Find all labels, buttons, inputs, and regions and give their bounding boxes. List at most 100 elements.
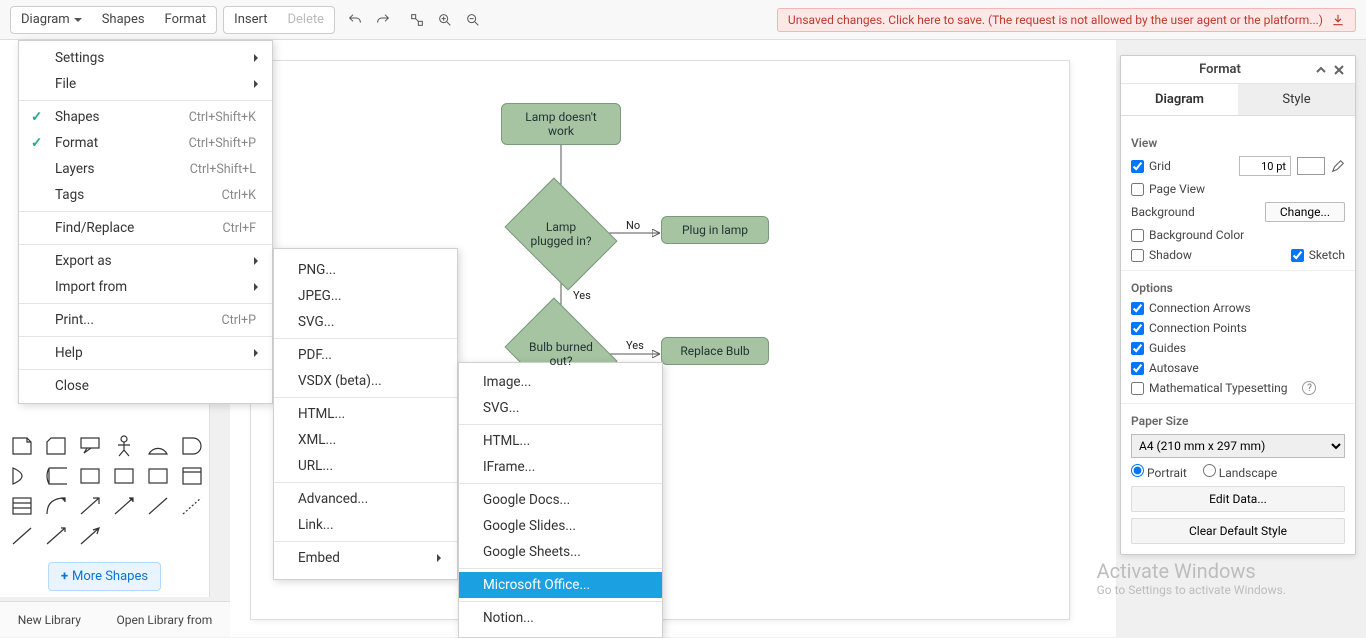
bgcolor-checkbox[interactable]: Background Color	[1131, 228, 1244, 242]
export-html[interactable]: HTML...	[274, 401, 457, 427]
edit-data-button[interactable]: Edit Data...	[1131, 486, 1345, 512]
insert-button[interactable]: Insert	[224, 7, 277, 33]
pageview-checkbox[interactable]: Page View	[1131, 182, 1205, 196]
shape-arrow3[interactable]	[42, 524, 70, 548]
embed-iframe[interactable]: IFrame...	[459, 454, 662, 480]
shape-rect2[interactable]	[110, 464, 138, 488]
embed-image[interactable]: Image...	[459, 369, 662, 395]
menu-shapes[interactable]: ShapesCtrl+Shift+K	[19, 104, 272, 130]
autosave-checkbox[interactable]: Autosave	[1131, 361, 1199, 375]
close-icon[interactable]	[1333, 64, 1345, 76]
menu-find[interactable]: Find/ReplaceCtrl+F	[19, 215, 272, 241]
embed-html[interactable]: HTML...	[459, 428, 662, 454]
change-bg-button[interactable]: Change...	[1265, 202, 1345, 222]
shape-callout[interactable]	[76, 434, 104, 458]
export-advanced[interactable]: Advanced...	[274, 486, 457, 512]
help-icon[interactable]: ?	[1302, 381, 1316, 395]
menu-tags[interactable]: TagsCtrl+K	[19, 182, 272, 208]
grid-size-input[interactable]	[1239, 156, 1291, 176]
landscape-radio[interactable]: Landscape	[1203, 464, 1277, 480]
export-pdf[interactable]: PDF...	[274, 342, 457, 368]
embed-svg[interactable]: SVG...	[459, 395, 662, 421]
clear-default-button[interactable]: Clear Default Style	[1131, 518, 1345, 544]
shape-or[interactable]	[178, 434, 206, 458]
embed-gdocs[interactable]: Google Docs...	[459, 487, 662, 513]
shape-actor[interactable]	[110, 434, 138, 458]
conn-points-checkbox[interactable]: Connection Points	[1131, 321, 1247, 335]
undo-button[interactable]	[341, 7, 369, 33]
shape-arrow1[interactable]	[76, 494, 104, 518]
shadow-checkbox[interactable]: Shadow	[1131, 248, 1192, 262]
shape-arrow4[interactable]	[76, 524, 104, 548]
undo-redo-group	[341, 6, 397, 34]
embed-notion[interactable]: Notion...	[459, 605, 662, 631]
export-svg[interactable]: SVG...	[274, 309, 457, 335]
shape-dashline[interactable]	[178, 494, 206, 518]
shape-note[interactable]	[8, 434, 36, 458]
sketch-checkbox[interactable]: Sketch	[1291, 248, 1345, 262]
menu-settings[interactable]: Settings	[19, 45, 272, 71]
shape-list[interactable]	[8, 494, 36, 518]
export-url[interactable]: URL...	[274, 453, 457, 479]
pencil-icon[interactable]	[1331, 159, 1345, 173]
view-heading: View	[1131, 136, 1345, 150]
diagram-menu-button[interactable]: Diagram	[11, 7, 92, 33]
export-png[interactable]: PNG...	[274, 257, 457, 283]
shape-curve[interactable]	[42, 494, 70, 518]
math-checkbox[interactable]: Mathematical Typesetting	[1131, 381, 1287, 395]
flow-node-start[interactable]: Lamp doesn't work	[501, 103, 621, 145]
embed-msoffice[interactable]: Microsoft Office...	[459, 572, 662, 598]
embed-gsheets[interactable]: Google Sheets...	[459, 539, 662, 565]
redo-button[interactable]	[369, 7, 397, 33]
shape-line2[interactable]	[8, 524, 36, 548]
export-embed[interactable]: Embed	[274, 545, 457, 571]
menu-format[interactable]: FormatCtrl+Shift+P	[19, 130, 272, 156]
menu-layers[interactable]: LayersCtrl+Shift+L	[19, 156, 272, 182]
shape-line[interactable]	[144, 494, 172, 518]
shape-palette	[0, 426, 209, 556]
menu-import[interactable]: Import from	[19, 274, 272, 300]
shape-rect3[interactable]	[144, 464, 172, 488]
export-link[interactable]: Link...	[274, 512, 457, 538]
papersize-select[interactable]: A4 (210 mm x 297 mm)	[1131, 434, 1345, 458]
menu-export[interactable]: Export as	[19, 248, 272, 274]
menu-help[interactable]: Help	[19, 340, 272, 366]
menu-print[interactable]: Print...Ctrl+P	[19, 307, 272, 333]
minimize-icon[interactable]	[1315, 64, 1327, 76]
shape-datastore[interactable]	[42, 464, 70, 488]
menu-file[interactable]: File	[19, 71, 272, 97]
guides-checkbox[interactable]: Guides	[1131, 341, 1186, 355]
shape-card[interactable]	[42, 434, 70, 458]
flow-node-decision-1[interactable]: Lamp plugged in?	[516, 199, 606, 269]
flow-node-action-2[interactable]: Replace Bulb	[661, 337, 769, 365]
grid-checkbox[interactable]: Grid	[1131, 159, 1171, 173]
windows-watermark: Activate Windows Go to Settings to activ…	[1097, 559, 1286, 597]
conn-arrows-checkbox[interactable]: Connection Arrows	[1131, 301, 1251, 315]
fit-button[interactable]	[403, 7, 431, 33]
more-shapes-button[interactable]: +More Shapes	[48, 562, 161, 591]
tab-diagram[interactable]: Diagram	[1121, 84, 1238, 116]
export-jpeg[interactable]: JPEG...	[274, 283, 457, 309]
zoom-out-icon	[465, 12, 481, 28]
shape-halfcircle[interactable]	[144, 434, 172, 458]
flow-node-action-1[interactable]: Plug in lamp	[661, 216, 769, 244]
open-library-button[interactable]: Open Library from	[116, 613, 212, 627]
unsaved-warning[interactable]: Unsaved changes. Click here to save. (Th…	[777, 8, 1356, 32]
export-vsdx[interactable]: VSDX (beta)...	[274, 368, 457, 394]
shape-arrow2[interactable]	[110, 494, 138, 518]
zoom-in-button[interactable]	[431, 7, 459, 33]
shape-rect[interactable]	[76, 464, 104, 488]
tab-style[interactable]: Style	[1238, 84, 1355, 116]
new-library-button[interactable]: New Library	[18, 613, 81, 627]
shapes-menu-button[interactable]: Shapes	[92, 7, 155, 33]
shape-frame[interactable]	[178, 464, 206, 488]
menu-close[interactable]: Close	[19, 373, 272, 399]
portrait-radio[interactable]: Portrait	[1131, 464, 1187, 480]
shape-and[interactable]	[8, 464, 36, 488]
fit-icon	[409, 12, 425, 28]
format-menu-button[interactable]: Format	[155, 7, 217, 33]
export-xml[interactable]: XML...	[274, 427, 457, 453]
zoom-out-button[interactable]	[459, 7, 487, 33]
embed-gslides[interactable]: Google Slides...	[459, 513, 662, 539]
grid-color-swatch[interactable]	[1297, 157, 1325, 175]
